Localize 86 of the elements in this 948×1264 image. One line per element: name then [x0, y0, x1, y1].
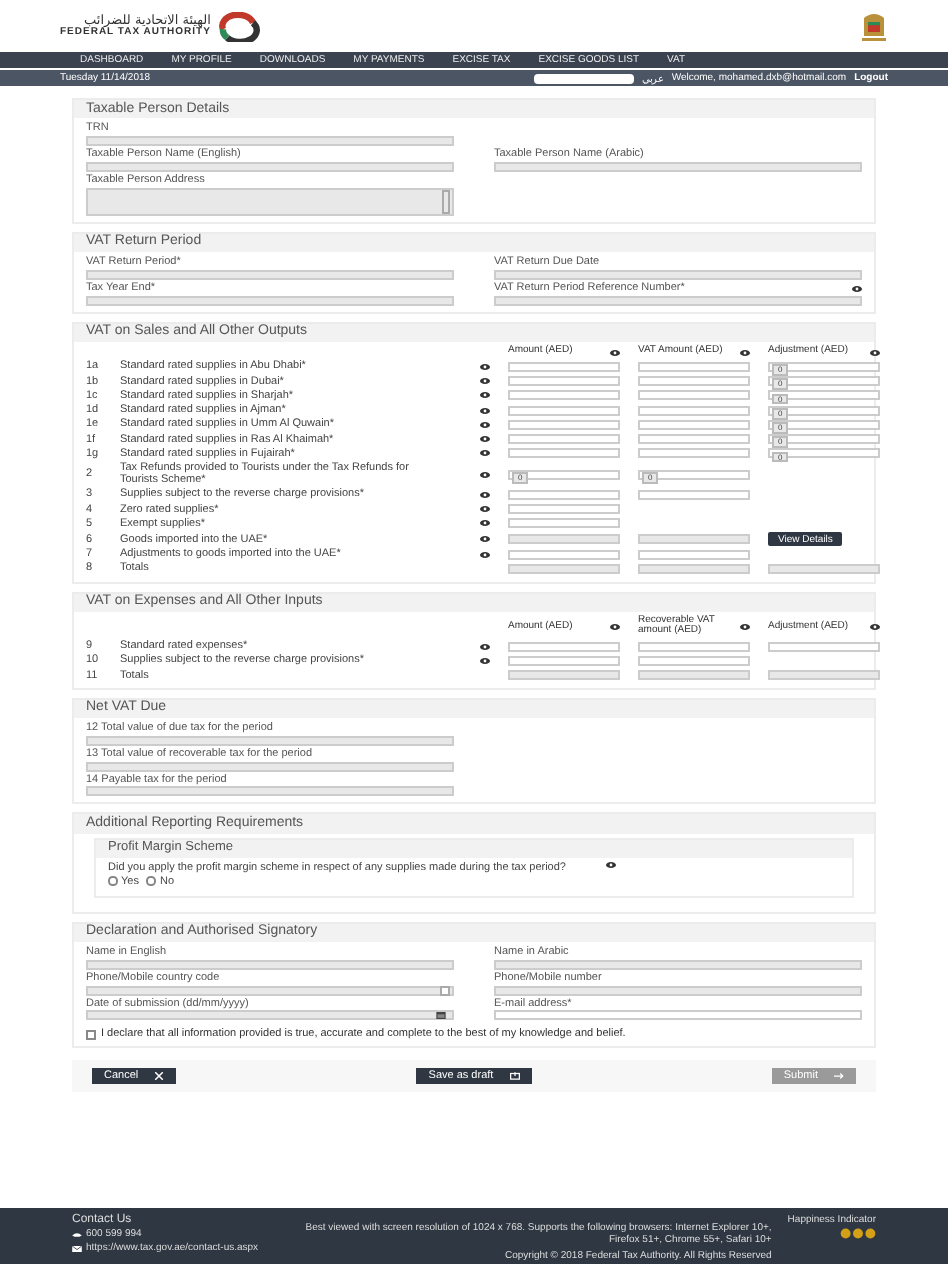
eye-icon[interactable] — [480, 551, 490, 558]
eye-icon[interactable] — [480, 392, 490, 399]
amount-field — [508, 670, 620, 681]
eye-icon[interactable] — [480, 378, 490, 385]
amount-field — [508, 534, 620, 545]
input-field[interactable] — [86, 786, 454, 797]
amount-field[interactable] — [508, 361, 620, 372]
eye-icon[interactable] — [610, 349, 620, 356]
input-field[interactable] — [86, 295, 454, 306]
eye-icon[interactable] — [870, 349, 880, 356]
eye-icon[interactable] — [740, 349, 750, 356]
amount-field[interactable] — [508, 390, 620, 401]
eye-icon[interactable] — [480, 436, 490, 443]
eye-icon[interactable] — [480, 643, 490, 650]
eye-icon[interactable] — [480, 520, 490, 527]
scrollbar-icon — [442, 189, 450, 214]
input-field[interactable] — [494, 270, 862, 281]
amount-field[interactable] — [638, 361, 750, 372]
checkbox[interactable] — [86, 1030, 95, 1040]
caret-icon — [440, 985, 450, 996]
input-field[interactable] — [494, 959, 862, 970]
amount-field[interactable] — [508, 434, 620, 445]
eye-icon[interactable] — [610, 623, 620, 630]
amount-field — [508, 563, 620, 574]
eye-icon[interactable] — [740, 623, 750, 630]
amount-field[interactable] — [638, 405, 750, 416]
radio-button[interactable] — [146, 876, 156, 886]
eye-icon[interactable] — [480, 450, 490, 457]
amount-field[interactable] — [638, 390, 750, 401]
amount-field[interactable] — [638, 641, 750, 652]
calendar-icon[interactable] — [436, 1012, 446, 1020]
eye-icon[interactable] — [480, 536, 490, 543]
amount-field[interactable] — [638, 434, 750, 445]
close-icon — [154, 1072, 165, 1081]
input-field[interactable] — [494, 985, 862, 996]
search-field[interactable] — [533, 73, 634, 83]
amount-field[interactable] — [508, 504, 620, 515]
input-field[interactable] — [86, 761, 454, 772]
amount-field[interactable] — [508, 518, 620, 529]
amount-field[interactable] — [508, 655, 620, 666]
eye-icon[interactable] — [480, 657, 490, 664]
logo-icon — [216, 11, 261, 41]
eye-icon[interactable] — [480, 506, 490, 513]
amount-field[interactable] — [508, 376, 620, 387]
amount-field[interactable] — [508, 419, 620, 430]
amount-field[interactable] — [508, 448, 620, 459]
eye-icon[interactable] — [480, 421, 490, 428]
eye-icon[interactable] — [480, 407, 490, 414]
amount-field[interactable] — [508, 549, 620, 560]
mail-icon — [72, 1245, 82, 1251]
amount-field[interactable] — [768, 641, 880, 652]
eye-icon[interactable] — [606, 861, 616, 868]
eye-icon[interactable] — [480, 471, 490, 478]
input-field[interactable] — [86, 959, 454, 970]
radio-button[interactable] — [108, 876, 117, 886]
dropdown-field[interactable] — [86, 985, 454, 996]
amount-field — [638, 534, 750, 545]
eye-icon[interactable] — [480, 363, 490, 370]
rating-circles-icon[interactable] — [840, 1228, 876, 1239]
date-field[interactable] — [86, 1010, 454, 1021]
amount-field[interactable] — [638, 489, 750, 500]
eye-icon[interactable] — [480, 491, 490, 498]
amount-field[interactable] — [638, 448, 750, 459]
amount-field[interactable] — [638, 549, 750, 560]
amount-field — [638, 563, 750, 574]
input-field[interactable] — [494, 1010, 862, 1021]
input-field[interactable] — [86, 270, 454, 281]
amount-field — [638, 670, 750, 681]
address-field[interactable] — [86, 187, 454, 216]
amount-field[interactable] — [508, 641, 620, 652]
input-field[interactable] — [86, 162, 454, 173]
input-field[interactable] — [494, 295, 862, 306]
arrow-icon — [833, 1072, 844, 1081]
input-field[interactable] — [86, 136, 454, 147]
eye-icon[interactable] — [852, 285, 862, 292]
input-field[interactable] — [86, 735, 454, 746]
eye-icon[interactable] — [870, 623, 880, 630]
amount-field[interactable] — [638, 419, 750, 430]
amount-field[interactable] — [508, 489, 620, 500]
amount-field[interactable] — [638, 655, 750, 666]
emblem-icon — [860, 8, 888, 44]
amount-field[interactable] — [508, 405, 620, 416]
input-field[interactable] — [494, 162, 862, 173]
save-icon — [509, 1072, 520, 1081]
phone-icon — [72, 1231, 82, 1237]
amount-field[interactable] — [638, 376, 750, 387]
